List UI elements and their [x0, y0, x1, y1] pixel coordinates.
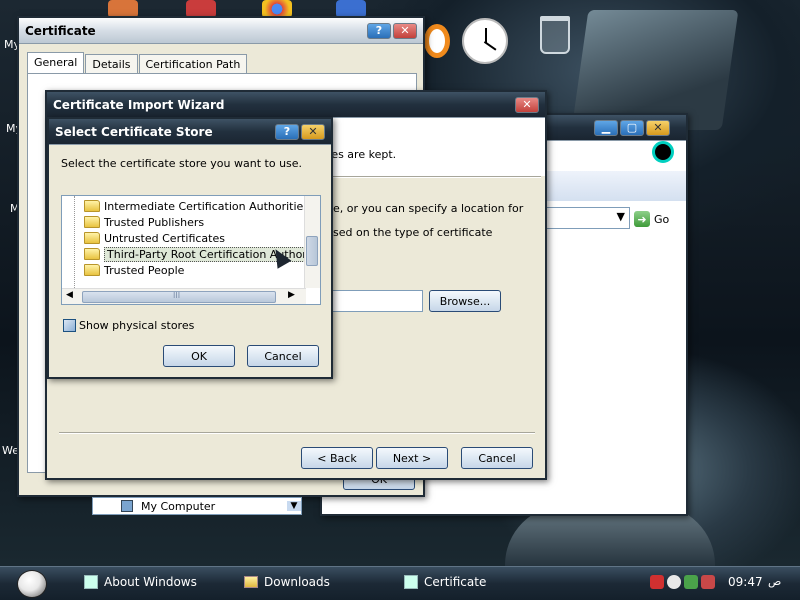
- clock-period: ص: [768, 575, 782, 588]
- close-icon: ✕: [308, 125, 318, 138]
- maximize-icon: ▢: [626, 121, 638, 134]
- tab-details[interactable]: Details: [85, 54, 138, 74]
- security-shield-icon[interactable]: [650, 575, 664, 589]
- tab-general[interactable]: General: [27, 52, 85, 74]
- explorer-status-row: My Computer ▼: [92, 497, 302, 515]
- desktop-clock-icon[interactable]: [462, 18, 508, 64]
- cancel-button[interactable]: Cancel: [461, 447, 533, 469]
- wizard-text-line: sed on the type of certificate: [333, 226, 493, 239]
- store-prompt: Select the certificate store you want to…: [61, 157, 303, 170]
- horizontal-scroll-thumb[interactable]: III: [82, 291, 276, 303]
- folder-icon: [84, 232, 100, 244]
- vertical-scroll-thumb[interactable]: [306, 236, 318, 266]
- maximize-button[interactable]: ▢: [620, 119, 644, 136]
- next-button[interactable]: Next >: [376, 447, 448, 469]
- select-store-titlebar[interactable]: Select Certificate Store ? ✕: [49, 119, 331, 145]
- brand-logo-icon: [652, 141, 674, 163]
- folder-icon: [244, 576, 258, 588]
- folder-icon: [84, 264, 100, 276]
- folder-icon: [84, 200, 100, 212]
- tree-item-intermediate-ca[interactable]: Intermediate Certification Authorities: [84, 198, 309, 214]
- help-button[interactable]: ?: [367, 22, 391, 39]
- taskbar-item-certificate[interactable]: Certificate: [404, 575, 486, 589]
- horizontal-scrollbar[interactable]: ◀ III ▶: [62, 288, 306, 304]
- window-title: Certificate Import Wizard: [53, 97, 225, 112]
- messenger-icon[interactable]: [667, 575, 681, 589]
- show-physical-stores-label[interactable]: Show physical stores: [79, 319, 194, 332]
- window-icon: [84, 575, 98, 589]
- help-button[interactable]: ?: [275, 123, 299, 140]
- folder-icon: [84, 248, 100, 260]
- taskbar: About Windows Downloads Certificate 09:4…: [0, 566, 800, 600]
- close-button[interactable]: ✕: [646, 119, 670, 136]
- taskbar-item-downloads[interactable]: Downloads: [244, 575, 330, 589]
- address-dropdown[interactable]: ▼: [546, 207, 630, 229]
- tree-item-label: Trusted Publishers: [104, 215, 205, 229]
- taskbar-item-label: Downloads: [264, 575, 330, 589]
- window-title: Certificate: [25, 23, 96, 38]
- grip-icon: III: [173, 291, 181, 300]
- go-button[interactable]: ➜ Go: [634, 209, 682, 229]
- go-arrow-icon: ➜: [634, 211, 650, 227]
- taskbar-item-about-windows[interactable]: About Windows: [84, 575, 197, 589]
- show-physical-stores-checkbox[interactable]: [63, 319, 76, 332]
- tree-item-trusted-people[interactable]: Trusted People: [84, 262, 184, 278]
- help-icon: ?: [375, 24, 383, 37]
- wallpaper-stadium-roof: [571, 10, 739, 130]
- minimize-icon: ▁: [601, 121, 611, 134]
- close-button[interactable]: ✕: [301, 123, 325, 140]
- wizard-titlebar[interactable]: Certificate Import Wizard ✕: [47, 92, 545, 118]
- start-button[interactable]: [17, 570, 47, 598]
- scroll-left-icon[interactable]: ◀: [66, 290, 73, 300]
- taskbar-clock[interactable]: 09:47: [728, 575, 763, 589]
- scroll-right-icon[interactable]: ▶: [288, 290, 295, 300]
- vertical-scrollbar[interactable]: [304, 196, 320, 288]
- folder-icon: [84, 216, 100, 228]
- network-icon[interactable]: [684, 575, 698, 589]
- location-label: My Computer: [141, 499, 216, 513]
- footer-divider: [59, 432, 535, 434]
- select-certificate-store-dialog: Select Certificate Store ? ✕ Select the …: [47, 117, 333, 379]
- dialog-title: Select Certificate Store: [55, 124, 213, 139]
- tab-certification-path[interactable]: Certification Path: [138, 54, 248, 74]
- back-button[interactable]: < Back: [301, 447, 373, 469]
- window-icon: [404, 575, 418, 589]
- close-icon: ✕: [653, 121, 663, 134]
- desktop-media-icon[interactable]: [424, 24, 450, 58]
- minimize-button[interactable]: ▁: [594, 119, 618, 136]
- computer-icon: [121, 500, 133, 512]
- wizard-text-line: tes are kept.: [327, 148, 397, 161]
- tree-item-label: Intermediate Certification Authorities: [104, 199, 310, 213]
- wizard-text-line: e, or you can specify a location for: [333, 202, 524, 215]
- help-icon: ?: [283, 125, 291, 138]
- system-tray: [650, 575, 715, 589]
- go-label: Go: [654, 212, 670, 226]
- tree-item-label: Untrusted Certificates: [104, 231, 225, 245]
- taskbar-item-label: About Windows: [104, 575, 197, 589]
- cancel-button[interactable]: Cancel: [247, 345, 319, 367]
- tree-item-label: Trusted People: [104, 263, 185, 277]
- tree-connector: [74, 196, 75, 288]
- taskbar-item-label: Certificate: [424, 575, 487, 589]
- tree-item-untrusted-certificates[interactable]: Untrusted Certificates: [84, 230, 225, 246]
- close-icon: ✕: [400, 24, 410, 37]
- close-button[interactable]: ✕: [515, 96, 539, 113]
- explorer-banner: [546, 171, 686, 201]
- ok-button[interactable]: OK: [163, 345, 235, 367]
- volume-icon[interactable]: [701, 575, 715, 589]
- recycle-bin-icon[interactable]: [540, 16, 570, 54]
- tab-strip: General Details Certification Path: [27, 52, 248, 74]
- tree-item-trusted-publishers[interactable]: Trusted Publishers: [84, 214, 204, 230]
- certificate-titlebar[interactable]: Certificate ? ✕: [19, 18, 423, 44]
- browse-button[interactable]: Browse...: [429, 290, 501, 312]
- close-icon: ✕: [522, 98, 532, 111]
- close-button[interactable]: ✕: [393, 22, 417, 39]
- store-path-field[interactable]: [327, 290, 423, 312]
- dropdown-toggle[interactable]: ▼: [287, 501, 301, 511]
- chevron-down-icon: ▼: [616, 210, 625, 223]
